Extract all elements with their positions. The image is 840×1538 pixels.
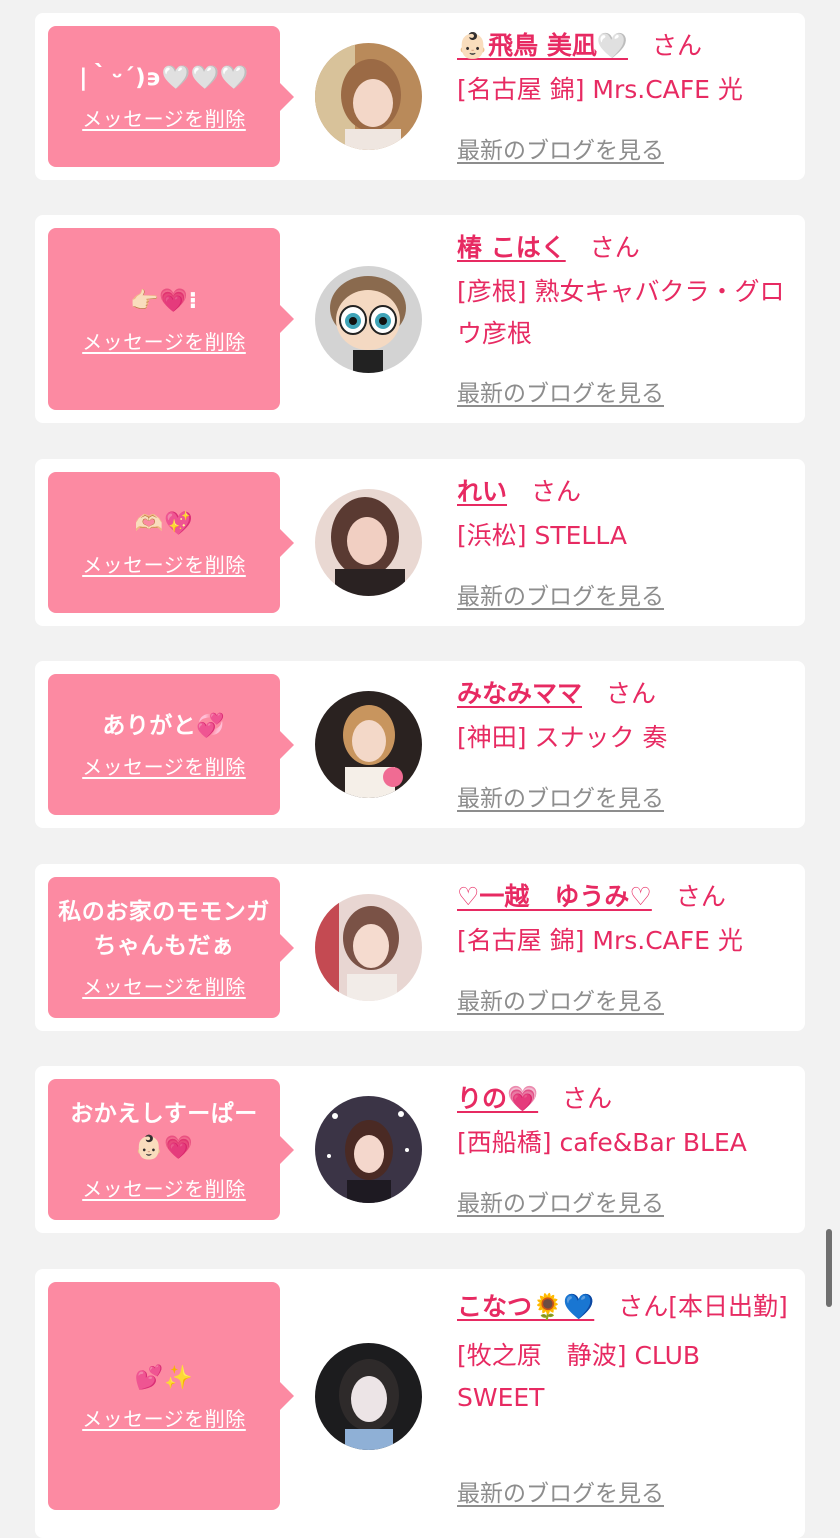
message-bubble: |｀ᵕ´)϶🤍🤍🤍 メッセージを削除: [48, 26, 294, 167]
blog-link-row: 最新のブログを見る: [457, 779, 792, 813]
message-bubble: 私のお家のモモンガちゃんもだぁ メッセージを削除: [48, 877, 294, 1018]
message-text: おかえしすーぱー👶🏻💗: [70, 1101, 258, 1161]
sender-info: こなつ🌻💙 さん[本日出勤] [牧之原 静波] CLUB SWEET: [457, 1285, 792, 1419]
delete-message-link[interactable]: メッセージを削除: [82, 1173, 246, 1202]
blog-link-row: 最新のブログを見る: [457, 374, 792, 408]
blog-link-row: 最新のブログを見る: [457, 1474, 792, 1508]
message-text: ありがと💞: [102, 713, 226, 739]
blog-link-row: 最新のブログを見る: [457, 131, 792, 165]
message-card: |｀ᵕ´)϶🤍🤍🤍 メッセージを削除 👶🏻飛鳥 美凪🤍 さん [名古屋 錦] Mr…: [35, 13, 805, 180]
name-line: みなみママ さん: [457, 677, 792, 711]
profile-photo-icon: [315, 489, 422, 596]
sender-name-link[interactable]: 👶🏻飛鳥 美凪🤍: [457, 31, 628, 60]
sender-info: りの💗 さん [西船橋] cafe&Bar BLEA: [457, 1082, 792, 1164]
latest-blog-link[interactable]: 最新のブログを見る: [457, 982, 664, 1016]
sender-name-link[interactable]: 椿 こはく: [457, 233, 566, 262]
message-bubble: おかえしすーぱー👶🏻💗 メッセージを削除: [48, 1079, 294, 1220]
scrollbar[interactable]: [826, 1229, 832, 1307]
profile-photo-icon: [315, 691, 422, 798]
honorific: さん: [618, 1292, 669, 1321]
latest-blog-link[interactable]: 最新のブログを見る: [457, 577, 664, 611]
sender-name-link[interactable]: ♡一越 ゆうみ♡: [457, 882, 652, 911]
latest-blog-link[interactable]: 最新のブログを見る: [457, 1474, 664, 1508]
message-bubble: 👉🏻💗⁝ メッセージを削除: [48, 228, 294, 410]
sender-name-link[interactable]: みなみママ: [457, 679, 582, 708]
sender-info: 👶🏻飛鳥 美凪🤍 さん [名古屋 錦] Mrs.CAFE 光: [457, 29, 792, 111]
sender-info: 椿 こはく さん [彦根] 熟女キャバクラ・グロウ彦根: [457, 231, 792, 355]
message-text: |｀ᵕ´)϶🤍🤍🤍: [79, 65, 249, 91]
sender-status: [本日出勤]: [668, 1292, 788, 1321]
avatar[interactable]: [315, 894, 422, 1001]
name-line: 👶🏻飛鳥 美凪🤍 さん: [457, 29, 792, 63]
avatar[interactable]: [315, 489, 422, 596]
sender-info: ♡一越 ゆうみ♡ さん [名古屋 錦] Mrs.CAFE 光: [457, 880, 792, 962]
profile-photo-icon: [315, 1343, 422, 1450]
avatar[interactable]: [315, 266, 422, 373]
sender-info: みなみママ さん [神田] スナック 奏: [457, 677, 792, 759]
delete-message-link[interactable]: メッセージを削除: [82, 326, 246, 355]
delete-message-link[interactable]: メッセージを削除: [82, 971, 246, 1000]
message-card: 私のお家のモモンガちゃんもだぁ メッセージを削除 ♡一越 ゆうみ♡ さん [名古屋…: [35, 864, 805, 1031]
store-label: [名古屋 錦] Mrs.CAFE 光: [457, 926, 743, 955]
honorific: さん: [675, 882, 726, 911]
honorific: さん: [606, 679, 657, 708]
name-line: 椿 こはく さん: [457, 231, 792, 265]
message-bubble: 💕✨ メッセージを削除: [48, 1282, 294, 1510]
avatar[interactable]: [315, 691, 422, 798]
honorific: さん: [589, 233, 640, 262]
latest-blog-link[interactable]: 最新のブログを見る: [457, 1184, 664, 1218]
message-card: 🫶🏻💖 メッセージを削除 れい さん [浜松] STELLA 最新のブログを見る: [35, 459, 805, 626]
store-label: [浜松] STELLA: [457, 521, 627, 550]
store-label: [牧之原 静波] CLUB SWEET: [457, 1341, 701, 1412]
honorific: さん: [651, 31, 702, 60]
message-card: 💕✨ メッセージを削除 こなつ🌻💙 さん[本日出勤] [牧之原 静波] CLUB …: [35, 1269, 805, 1538]
sender-name-link[interactable]: れい: [457, 477, 507, 506]
blog-link-row: 最新のブログを見る: [457, 1184, 792, 1218]
store-label: [彦根] 熟女キャバクラ・グロウ彦根: [457, 277, 785, 348]
avatar[interactable]: [315, 1096, 422, 1203]
profile-photo-icon: [315, 43, 422, 150]
blog-link-row: 最新のブログを見る: [457, 577, 792, 611]
profile-photo-icon: [315, 894, 422, 1001]
message-text: 👉🏻💗⁝: [130, 287, 198, 314]
avatar[interactable]: [315, 43, 422, 150]
profile-photo-icon: [315, 1096, 422, 1203]
name-line: ♡一越 ゆうみ♡ さん: [457, 880, 792, 914]
delete-message-link[interactable]: メッセージを削除: [82, 103, 246, 132]
name-line: こなつ🌻💙 さん[本日出勤]: [457, 1285, 792, 1329]
avatar[interactable]: [315, 1343, 422, 1450]
message-text: 🫶🏻💖: [134, 511, 194, 537]
honorific: さん: [531, 477, 582, 506]
sender-info: れい さん [浜松] STELLA: [457, 475, 792, 557]
store-label: [西船橋] cafe&Bar BLEA: [457, 1128, 747, 1157]
sender-name-link[interactable]: りの💗: [457, 1084, 538, 1113]
message-bubble: 🫶🏻💖 メッセージを削除: [48, 472, 294, 613]
message-card: ありがと💞 メッセージを削除 みなみママ さん [神田] スナック 奏 最新のブロ…: [35, 661, 805, 828]
blog-link-row: 最新のブログを見る: [457, 982, 792, 1016]
name-line: れい さん: [457, 475, 792, 509]
honorific: さん: [562, 1084, 613, 1113]
sender-name-link[interactable]: こなつ🌻💙: [457, 1292, 594, 1321]
message-card: おかえしすーぱー👶🏻💗 メッセージを削除 りの💗 さん [西船橋] cafe&Ba…: [35, 1066, 805, 1233]
latest-blog-link[interactable]: 最新のブログを見る: [457, 779, 664, 813]
delete-message-link[interactable]: メッセージを削除: [82, 1403, 246, 1432]
name-line: りの💗 さん: [457, 1082, 792, 1116]
latest-blog-link[interactable]: 最新のブログを見る: [457, 374, 664, 408]
store-label: [名古屋 錦] Mrs.CAFE 光: [457, 75, 743, 104]
delete-message-link[interactable]: メッセージを削除: [82, 549, 246, 578]
delete-message-link[interactable]: メッセージを削除: [82, 751, 246, 780]
message-card: 👉🏻💗⁝ メッセージを削除 椿 こはくさん [彦根] 熟女キャバクラ・グロウ彦: [35, 215, 805, 423]
store-label: [神田] スナック 奏: [457, 723, 668, 752]
message-bubble: ありがと💞 メッセージを削除: [48, 674, 294, 815]
message-text: 💕✨: [134, 1364, 194, 1391]
message-text: 私のお家のモモンガちゃんもだぁ: [58, 899, 270, 959]
cartoon-character-icon: [315, 266, 422, 373]
latest-blog-link[interactable]: 最新のブログを見る: [457, 131, 664, 165]
